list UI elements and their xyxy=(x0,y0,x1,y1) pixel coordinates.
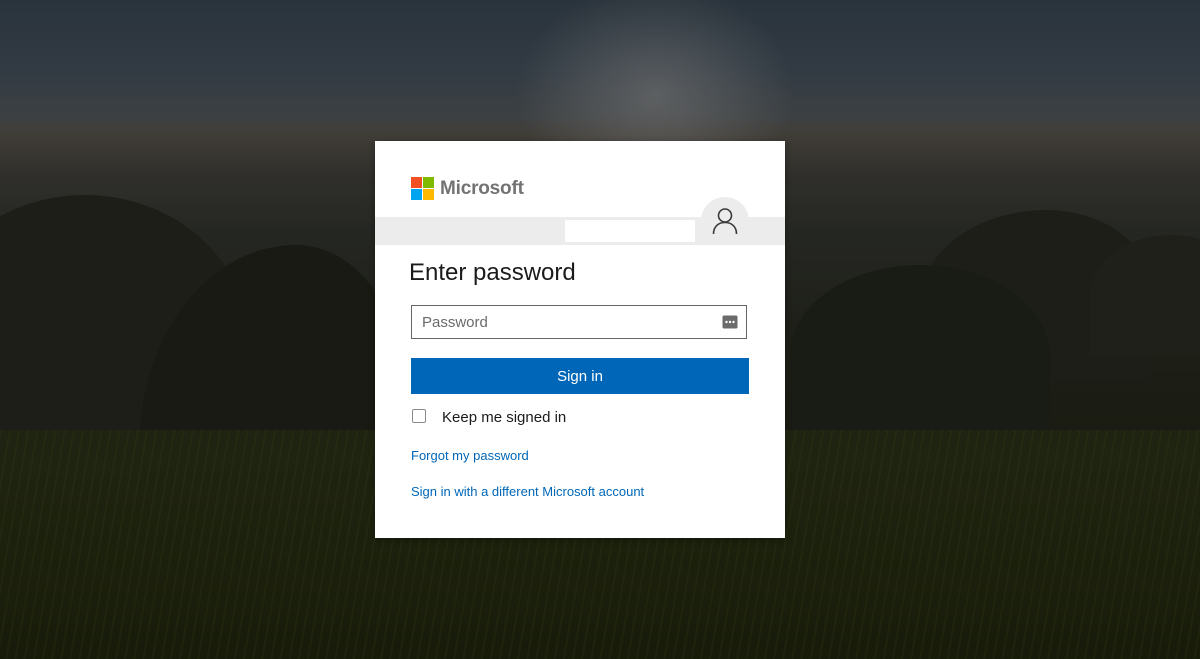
forgot-password-link[interactable]: Forgot my password xyxy=(411,448,529,463)
keep-signed-in-checkbox[interactable] xyxy=(412,408,426,423)
user-icon xyxy=(712,208,738,235)
page-title: Enter password xyxy=(409,259,576,286)
login-card: Microsoft Enter password Sign in Keep me… xyxy=(375,141,785,538)
different-account-link[interactable]: Sign in with a different Microsoft accou… xyxy=(411,484,644,499)
user-avatar xyxy=(701,197,749,245)
password-field[interactable] xyxy=(411,305,747,339)
logo-square-red xyxy=(411,177,422,188)
logo-square-yellow xyxy=(423,189,434,200)
microsoft-logo-icon xyxy=(411,177,434,200)
password-reveal-icon[interactable] xyxy=(722,315,738,329)
logo-square-green xyxy=(423,177,434,188)
keep-signed-in-row[interactable]: Keep me signed in xyxy=(411,408,566,426)
brand-name: Microsoft xyxy=(440,177,524,199)
sign-in-button[interactable]: Sign in xyxy=(411,358,749,394)
password-input[interactable] xyxy=(412,306,732,338)
keep-signed-in-label[interactable]: Keep me signed in xyxy=(442,409,566,426)
logo-square-blue xyxy=(411,189,422,200)
identity-email xyxy=(565,220,695,242)
microsoft-logo: Microsoft xyxy=(411,177,524,200)
